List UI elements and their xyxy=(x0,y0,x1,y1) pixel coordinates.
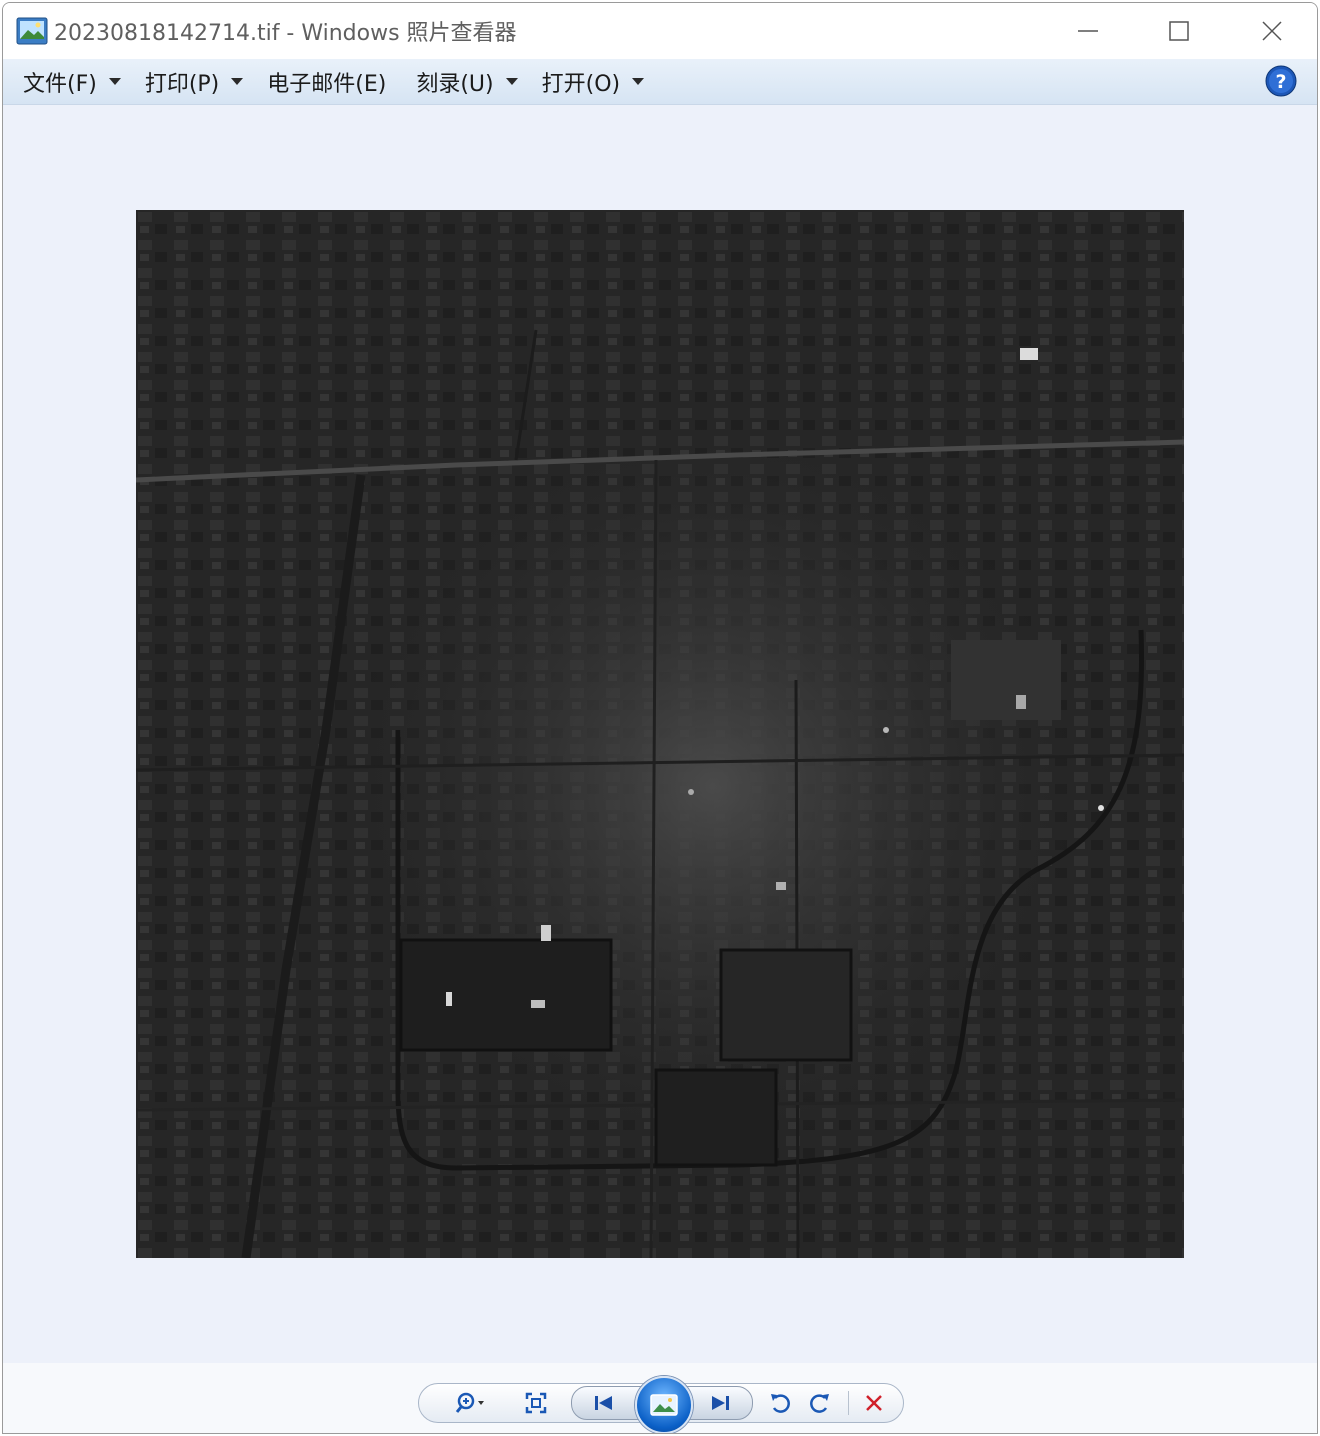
delete-icon xyxy=(866,1395,882,1411)
rotate-counterclockwise-button[interactable] xyxy=(765,1389,795,1417)
photo-viewer-window: 20230818142714.tif - Windows 照片查看器 文件(F)… xyxy=(2,2,1318,1434)
satellite-image-graphic xyxy=(136,210,1184,1258)
chevron-down-icon xyxy=(231,78,244,85)
slideshow-button[interactable] xyxy=(635,1376,693,1433)
rotate-clockwise-icon xyxy=(810,1394,829,1413)
previous-button[interactable] xyxy=(571,1386,643,1420)
help-icon: ? xyxy=(1265,65,1297,97)
menu-print-label: 打印(P) xyxy=(144,71,220,97)
help-button[interactable]: ? xyxy=(1265,65,1297,97)
zoom-button[interactable] xyxy=(451,1389,491,1417)
chevron-down-icon xyxy=(632,78,645,85)
minimize-button[interactable] xyxy=(1043,3,1133,59)
bottom-toolbar xyxy=(3,1363,1317,1433)
menu-open-label: 打开(O) xyxy=(541,71,621,97)
svg-text:?: ? xyxy=(1275,71,1286,93)
chevron-down-icon xyxy=(505,78,518,85)
menu-burn-label: 刻录(U) xyxy=(416,71,494,97)
image-viewer-area xyxy=(3,105,1317,1363)
maximize-button[interactable] xyxy=(1134,3,1224,59)
window-title: 20230818142714.tif - Windows 照片查看器 xyxy=(54,21,517,46)
previous-icon xyxy=(595,1396,612,1410)
close-button[interactable] xyxy=(1227,3,1317,59)
menu-email-label: 电子邮件(E) xyxy=(267,71,387,97)
next-button[interactable] xyxy=(683,1386,753,1420)
next-icon xyxy=(712,1396,729,1410)
delete-button[interactable] xyxy=(859,1389,889,1417)
actual-size-button[interactable] xyxy=(521,1389,551,1417)
rotate-counterclockwise-icon xyxy=(771,1394,790,1413)
menu-print[interactable]: 打印(P) xyxy=(144,59,244,104)
menu-open[interactable]: 打开(O) xyxy=(541,59,645,104)
close-icon xyxy=(1262,21,1282,41)
menu-burn[interactable]: 刻录(U) xyxy=(416,59,518,104)
title-bar[interactable]: 20230818142714.tif - Windows 照片查看器 xyxy=(3,3,1317,59)
menu-file-label: 文件(F) xyxy=(23,71,97,97)
actual-size-icon xyxy=(525,1392,547,1414)
menu-bar: 文件(F) 打印(P) 电子邮件(E) 刻录(U) 打开(O) ? xyxy=(3,59,1317,105)
minimize-icon xyxy=(1078,30,1098,32)
maximize-icon xyxy=(1169,21,1189,41)
satellite-image[interactable] xyxy=(136,210,1184,1258)
photo-viewer-app-icon xyxy=(16,16,48,46)
toolbar-separator xyxy=(848,1391,849,1415)
menu-email[interactable]: 电子邮件(E) xyxy=(267,59,386,104)
slideshow-icon xyxy=(650,1394,678,1416)
rotate-clockwise-button[interactable] xyxy=(805,1389,835,1417)
menu-file[interactable]: 文件(F) xyxy=(23,59,121,104)
zoom-icon xyxy=(455,1392,484,1413)
chevron-down-icon xyxy=(108,78,121,85)
